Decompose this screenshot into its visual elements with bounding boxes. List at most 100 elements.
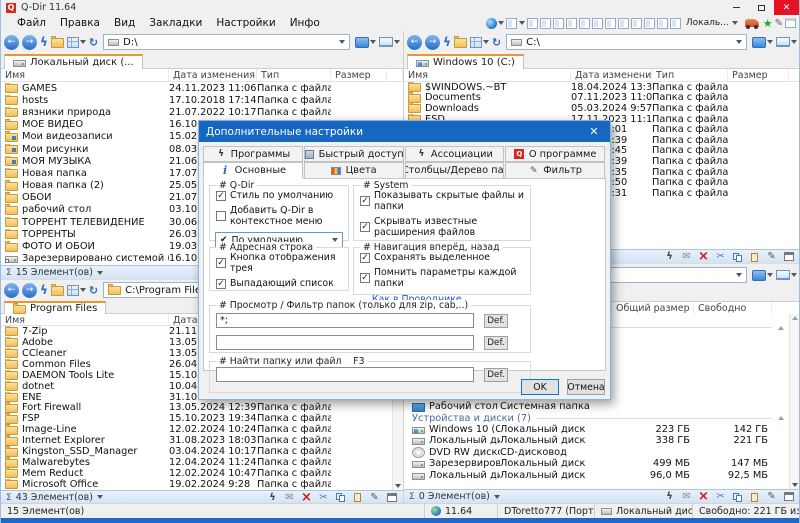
checkbox-remember-folder[interactable]: ✓ Помнить параметры каждой папки [360, 267, 530, 289]
checkbox-dropdown-list[interactable]: ✓ Выпадающий список [216, 278, 348, 289]
fullscreen-pane-button[interactable] [776, 37, 797, 47]
forward-button[interactable]: → [22, 34, 37, 50]
address-dropdown-icon[interactable] [736, 40, 742, 44]
paste-icon[interactable] [748, 491, 761, 503]
layout-preset-button[interactable] [552, 17, 564, 29]
vertical-scrollbar[interactable] [789, 314, 799, 489]
new-folder-button[interactable] [50, 284, 64, 296]
pane-color-button[interactable] [752, 36, 773, 48]
fullscreen-pane-button[interactable] [776, 270, 797, 280]
desktop-row[interactable]: Рабочий стол Системная папка [404, 401, 799, 412]
maximize-icon[interactable] [782, 491, 795, 503]
maximize-icon[interactable] [782, 251, 795, 263]
column-size[interactable]: Размер [331, 69, 387, 81]
layout-preset-button[interactable] [643, 17, 655, 29]
filter-input-1[interactable]: *; [216, 313, 474, 328]
checkbox-hide-extensions[interactable]: ✓ Скрывать известные расширения файлов [360, 216, 530, 238]
checkbox-tray-button[interactable]: ✓ Кнопка отображения трея [216, 252, 348, 274]
file-row[interactable]: GAMES 24.11.2023 11:06 Папка с файлами [1, 82, 403, 94]
tab-colors[interactable]: Цвета [303, 162, 404, 179]
pane-color-button[interactable] [752, 269, 773, 281]
copy-icon[interactable] [731, 251, 744, 263]
tab-quick-access[interactable]: Быстрый доступ [303, 146, 404, 162]
def-button[interactable]: Def. [484, 367, 508, 382]
back-button[interactable]: ← [4, 34, 19, 50]
drive-row[interactable]: Windows 10 (C:) Локальный диск 223 ГБ 14… [404, 424, 799, 435]
refresh-button[interactable]: ↻ [492, 36, 501, 49]
minimize-button[interactable] [724, 0, 749, 15]
cancel-button[interactable]: Отмена [567, 379, 605, 395]
file-row[interactable]: Downloads 05.03.2024 9:57 Папка с файлам… [404, 102, 799, 114]
rename-icon[interactable] [368, 491, 381, 503]
scroll-down-icon[interactable] [792, 483, 798, 487]
file-row[interactable]: Fort Firewall 13.05.2024 12:39 Папка с ф… [1, 402, 403, 413]
file-row[interactable]: Microsoft Office 19.02.2024 9:28 Папка с… [1, 478, 403, 490]
car-icon[interactable] [744, 19, 759, 29]
locale-dropdown[interactable]: Локаль... [686, 18, 738, 28]
status-dropdown-icon[interactable] [96, 495, 103, 499]
column-name[interactable]: Имя [404, 69, 571, 81]
goto-icon[interactable]: ϟ [40, 284, 48, 296]
layout-preset-button[interactable] [565, 17, 577, 29]
menu-item[interactable]: Закладки [142, 17, 209, 29]
cut-icon[interactable] [714, 251, 727, 263]
checkbox-context-menu[interactable]: Добавить Q-Dir в контекстное меню [216, 205, 348, 227]
views-button[interactable] [469, 36, 489, 48]
back-button[interactable]: ← [4, 282, 19, 298]
cut-icon[interactable] [714, 491, 727, 503]
cut-icon[interactable] [317, 491, 330, 503]
column-free[interactable]: Свободно [694, 302, 772, 314]
column-size[interactable]: Размер [728, 69, 789, 81]
address-dropdown-icon[interactable] [736, 273, 742, 277]
tab-columns-tree[interactable]: Столбцы/Дерево папок [404, 162, 505, 179]
tab-associations[interactable]: Ассоциации [404, 146, 505, 162]
collapse-group-icon[interactable] [778, 325, 784, 330]
file-row[interactable]: вязники природа 21.07.2022 10:17 Папка с… [1, 106, 403, 118]
delete-icon[interactable] [300, 491, 313, 503]
def-button[interactable]: Def. [484, 313, 508, 328]
goto-icon[interactable]: ϟ [443, 36, 451, 48]
menu-item[interactable]: Инфо [283, 17, 327, 29]
folder-tab[interactable]: Program Files [4, 301, 107, 314]
maximize-icon[interactable] [385, 491, 398, 503]
fullscreen-pane-button[interactable] [379, 37, 400, 47]
column-name[interactable]: Имя [1, 314, 169, 325]
layout-dropdown-icon[interactable] [518, 21, 525, 25]
drive-row[interactable]: Локальный диск (D:) Локальный диск 338 Г… [404, 435, 799, 446]
tab-filter[interactable]: Фильтр [505, 162, 605, 179]
status-dropdown-icon[interactable] [493, 494, 500, 499]
scroll-up-icon[interactable] [792, 316, 798, 320]
file-row[interactable]: Image-Line 12.02.2024 10:24 Папка с файл… [1, 424, 403, 435]
ok-button[interactable]: OK [521, 379, 559, 395]
file-row[interactable]: FSP 15.10.2023 19:34 Папка с файлами [1, 413, 403, 424]
maximize-button[interactable] [749, 0, 774, 15]
find-input[interactable] [216, 367, 474, 382]
drive-row[interactable]: Зарезервировано сис... Локальный диск 49… [404, 458, 799, 469]
layout-preset-button[interactable] [505, 17, 517, 29]
delete-icon[interactable] [697, 251, 710, 263]
file-row[interactable]: Mem Reduct 12.02.2024 10:47 Папка с файл… [1, 467, 403, 479]
dialog-close-button[interactable]: ✕ [578, 121, 610, 142]
paste-icon[interactable] [351, 491, 364, 503]
scroll-down-icon[interactable] [395, 484, 401, 488]
address-dropdown-icon[interactable] [339, 40, 345, 44]
column-type[interactable]: Тип [257, 69, 331, 81]
drive-row[interactable]: DVD RW дисковод (E:) CD-дисковод [404, 446, 799, 458]
layout-preset-button[interactable] [669, 17, 681, 29]
file-row[interactable]: Internet Explorer 31.08.2023 18:03 Папка… [1, 435, 403, 446]
views-button[interactable] [66, 36, 86, 48]
new-folder-button[interactable] [50, 36, 64, 48]
folder-tab[interactable]: Локальный диск (... [4, 54, 143, 69]
views-button[interactable] [66, 284, 86, 296]
goto-icon[interactable]: ϟ [40, 36, 48, 48]
copy-icon[interactable] [731, 491, 744, 503]
goto-icon[interactable] [663, 491, 676, 503]
layout-preset-button[interactable] [578, 17, 590, 29]
tab-about[interactable]: О программе [505, 146, 605, 162]
file-row[interactable]: $WINDOWS.~BT 18.04.2024 13:35 Папка с фа… [404, 82, 799, 93]
new-folder-button[interactable] [453, 36, 467, 48]
favorites-star-icon[interactable]: ★ [763, 18, 773, 29]
column-type[interactable]: Тип [652, 69, 728, 81]
checkbox-keep-selection[interactable]: ✓ Сохранять выделенное [360, 252, 530, 263]
menu-item[interactable]: Правка [53, 17, 107, 29]
